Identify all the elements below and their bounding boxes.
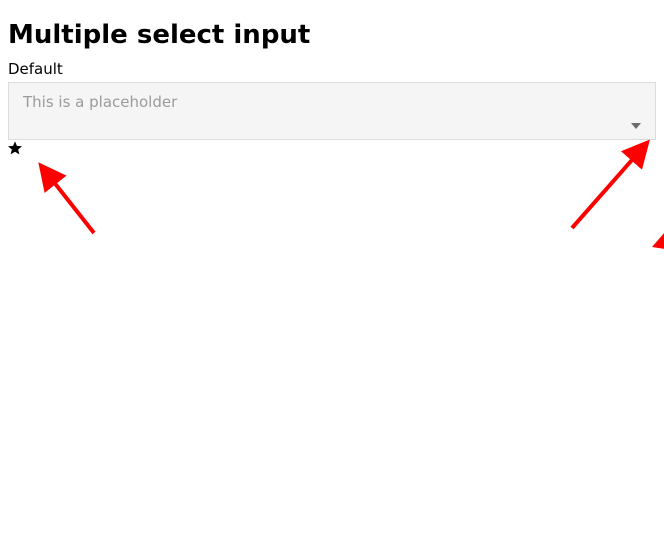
annotation-arrow-bottom-right	[652, 232, 664, 254]
multiselect-input[interactable]: This is a placeholder	[8, 82, 656, 140]
page-title: Multiple select input	[0, 0, 664, 60]
star-icon	[7, 140, 664, 156]
annotation-arrow-left	[30, 155, 110, 249]
dropdown-arrow-icon[interactable]	[631, 123, 641, 129]
multiselect-placeholder: This is a placeholder	[23, 93, 177, 111]
multiselect-field: Default This is a placeholder	[0, 60, 664, 140]
multiselect-label: Default	[8, 60, 656, 78]
